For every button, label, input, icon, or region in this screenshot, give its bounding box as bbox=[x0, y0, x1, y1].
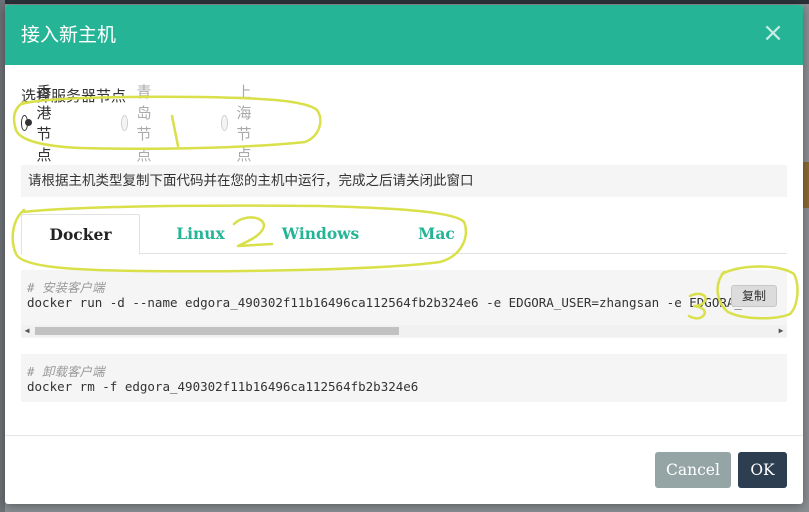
uninstall-command[interactable]: docker rm -f edgora_490302f11b16496ca112… bbox=[27, 379, 418, 394]
radio-label: 上海节点 bbox=[236, 83, 252, 164]
modal-header: 接入新主机 × bbox=[5, 5, 803, 65]
install-command[interactable]: docker run -d --name edgora_490302f11b16… bbox=[27, 295, 757, 310]
copy-button[interactable]: 复制 bbox=[731, 285, 777, 307]
install-code-block[interactable]: # 安装客户端 docker run -d --name edgora_4903… bbox=[21, 270, 787, 338]
cancel-button[interactable]: Cancel bbox=[655, 452, 731, 488]
tab-linux[interactable]: Linux bbox=[141, 214, 260, 254]
scroll-left-icon[interactable]: ◀ bbox=[21, 325, 33, 337]
radio-checked-icon bbox=[21, 115, 33, 131]
ok-button[interactable]: OK bbox=[738, 452, 787, 488]
radio-hongkong[interactable]: 香港节点 bbox=[21, 83, 60, 164]
modal-title: 接入新主机 bbox=[21, 24, 117, 46]
radio-shanghai[interactable]: 上海节点 bbox=[221, 83, 260, 164]
scrollbar-thumb[interactable] bbox=[35, 327, 399, 335]
tab-mac[interactable]: Mac bbox=[377, 214, 496, 254]
horizontal-scrollbar[interactable]: ◀ ▶ bbox=[21, 325, 787, 337]
footer-divider bbox=[5, 435, 803, 436]
radio-qingdao[interactable]: 青岛节点 bbox=[121, 83, 160, 164]
uninstall-comment: # 卸载客户端 bbox=[27, 364, 105, 379]
tab-windows[interactable]: Windows bbox=[261, 214, 380, 254]
radio-label: 青岛节点 bbox=[136, 83, 152, 164]
radio-unchecked-icon bbox=[221, 115, 229, 131]
install-comment: # 安装客户端 bbox=[27, 280, 105, 295]
scroll-right-icon[interactable]: ▶ bbox=[775, 325, 787, 337]
close-icon[interactable]: × bbox=[761, 20, 785, 46]
radio-unchecked-icon bbox=[121, 115, 129, 131]
radio-label: 香港节点 bbox=[36, 83, 52, 164]
background-topbar bbox=[0, 0, 809, 4]
add-host-modal: 接入新主机 × 选择服务器节点 香港节点 青岛节点 上海节点 请根据主机类型复制… bbox=[5, 5, 803, 504]
tab-docker[interactable]: Docker bbox=[21, 214, 140, 255]
platform-tabs: Docker Linux Windows Mac bbox=[21, 214, 787, 255]
uninstall-code-block[interactable]: # 卸载客户端 docker rm -f edgora_490302f11b16… bbox=[21, 354, 787, 402]
instruction-notice: 请根据主机类型复制下面代码并在您的主机中运行，完成之后请关闭此窗口 bbox=[21, 165, 787, 197]
